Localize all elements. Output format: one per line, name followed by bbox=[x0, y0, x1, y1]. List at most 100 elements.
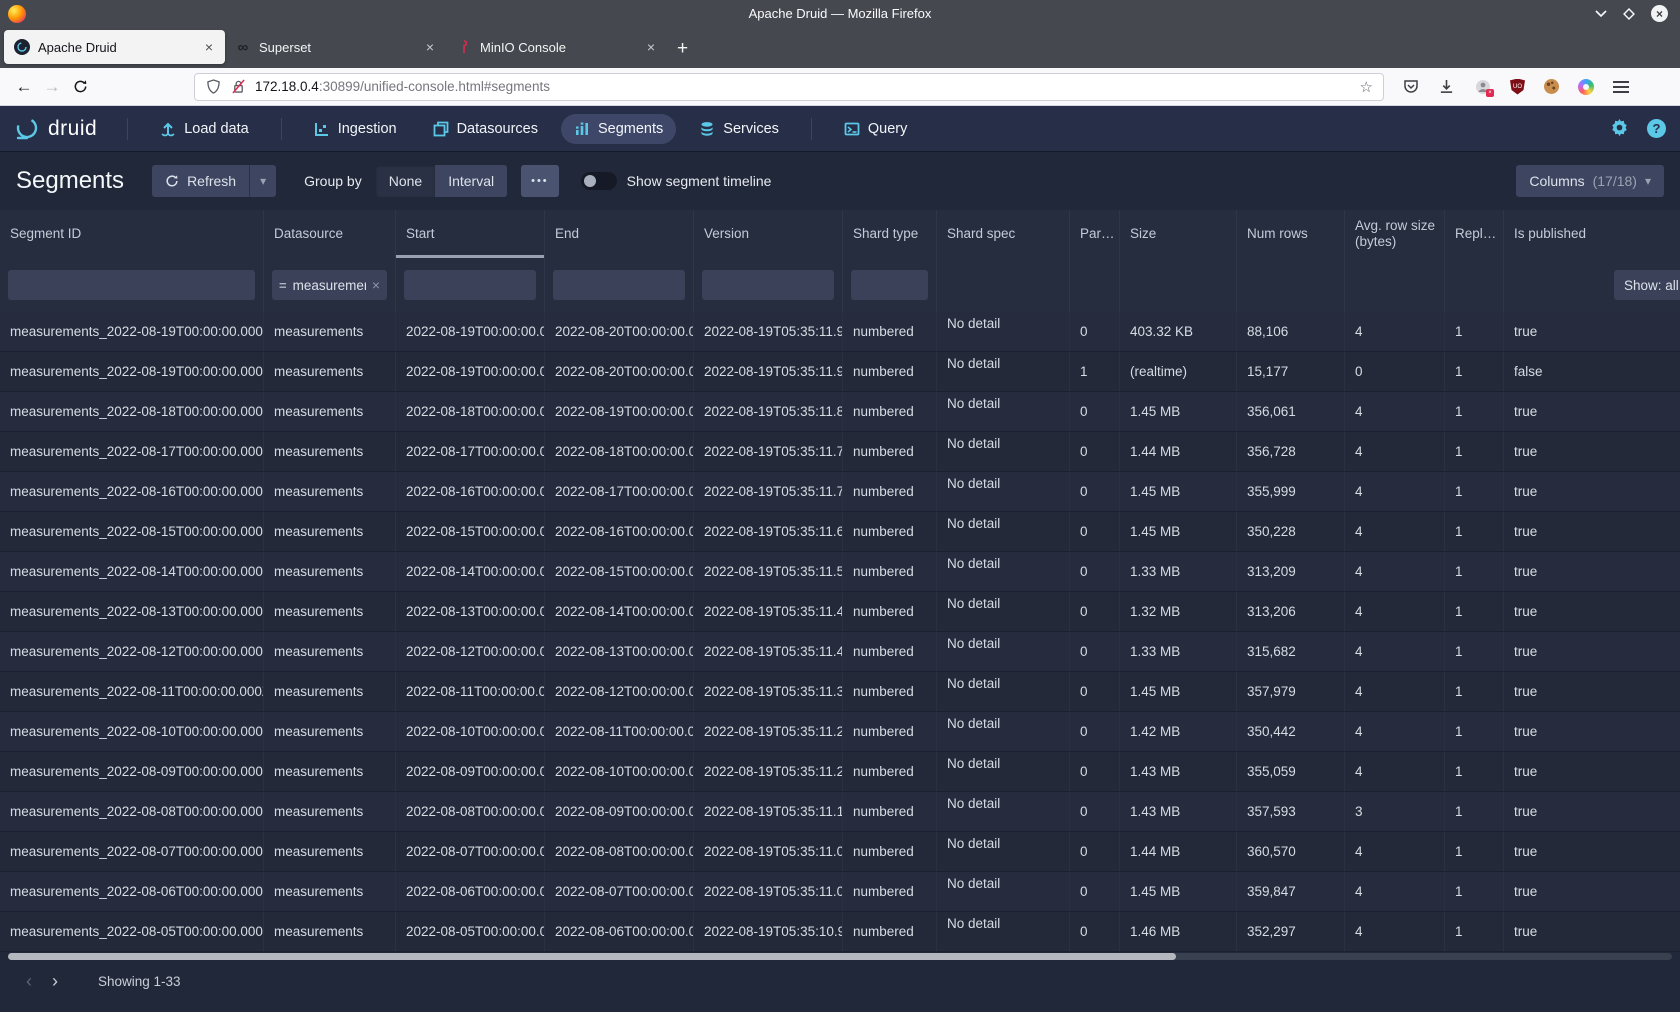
cell-segment_id[interactable]: measurements_2022-08-05T00:00:00.000Z... bbox=[0, 912, 264, 951]
url-bar[interactable]: 172.18.0.4:30899/unified-console.html#se… bbox=[194, 73, 1384, 101]
table-row[interactable]: measurements_2022-08-19T00:00:00.000Z...… bbox=[0, 352, 1680, 392]
cell-segment_id[interactable]: measurements_2022-08-09T00:00:00.000Z... bbox=[0, 752, 264, 791]
cell-segment_id[interactable]: measurements_2022-08-06T00:00:00.000Z... bbox=[0, 872, 264, 911]
extension-icon[interactable]: × bbox=[1474, 78, 1491, 95]
column-header-avg_row_size[interactable]: Avg. row size (bytes) bbox=[1345, 210, 1445, 258]
nav-datasources[interactable]: Datasources bbox=[420, 114, 551, 144]
is-published-filter-button[interactable]: Show: all bbox=[1614, 270, 1680, 300]
settings-gear-icon[interactable] bbox=[1610, 119, 1629, 138]
table-row[interactable]: measurements_2022-08-16T00:00:00.000Z...… bbox=[0, 472, 1680, 512]
nav-load-data[interactable]: Load data bbox=[147, 114, 262, 144]
tab-close-icon[interactable]: × bbox=[424, 39, 436, 55]
table-row[interactable]: measurements_2022-08-14T00:00:00.000Z...… bbox=[0, 552, 1680, 592]
tab-apache-druid[interactable]: Apache Druid × bbox=[4, 30, 225, 64]
table-row[interactable]: measurements_2022-08-05T00:00:00.000Z...… bbox=[0, 912, 1680, 952]
tab-close-icon[interactable]: × bbox=[645, 39, 657, 55]
pocket-icon[interactable] bbox=[1402, 78, 1419, 95]
help-icon[interactable]: ? bbox=[1647, 119, 1666, 138]
table-row[interactable]: measurements_2022-08-06T00:00:00.000Z...… bbox=[0, 872, 1680, 912]
columns-button[interactable]: Columns (17/18) ▾ bbox=[1516, 165, 1664, 197]
more-options-button[interactable]: ••• bbox=[521, 165, 559, 197]
column-header-version[interactable]: Version bbox=[694, 210, 843, 258]
cell-segment_id[interactable]: measurements_2022-08-07T00:00:00.000Z... bbox=[0, 832, 264, 871]
clear-filter-icon[interactable]: × bbox=[372, 277, 380, 293]
cell-segment_id[interactable]: measurements_2022-08-18T00:00:00.000Z... bbox=[0, 392, 264, 431]
next-page-button[interactable]: › bbox=[42, 968, 68, 994]
new-tab-button[interactable]: + bbox=[677, 38, 688, 60]
shard-type-filter-input[interactable] bbox=[851, 270, 928, 300]
end-filter-input[interactable] bbox=[553, 270, 685, 300]
table-row[interactable]: measurements_2022-08-08T00:00:00.000Z...… bbox=[0, 792, 1680, 832]
nav-ingestion[interactable]: Ingestion bbox=[301, 114, 410, 144]
cell-segment_id[interactable]: measurements_2022-08-08T00:00:00.000Z... bbox=[0, 792, 264, 831]
tab-close-icon[interactable]: × bbox=[203, 39, 215, 55]
column-header-size[interactable]: Size bbox=[1120, 210, 1237, 258]
scrollbar-thumb[interactable] bbox=[8, 953, 1176, 960]
table-row[interactable]: measurements_2022-08-19T00:00:00.000Z...… bbox=[0, 312, 1680, 352]
cell-shard_spec: No detail bbox=[937, 512, 1070, 551]
downloads-icon[interactable] bbox=[1438, 78, 1455, 95]
menu-icon[interactable] bbox=[1613, 81, 1629, 93]
toggle-knob bbox=[584, 175, 596, 187]
start-filter-input[interactable] bbox=[404, 270, 536, 300]
horizontal-scrollbar[interactable] bbox=[0, 952, 1680, 962]
reload-button[interactable] bbox=[66, 73, 94, 101]
table-row[interactable]: measurements_2022-08-07T00:00:00.000Z...… bbox=[0, 832, 1680, 872]
insecure-lock-icon[interactable] bbox=[230, 78, 247, 95]
segment-timeline-toggle[interactable] bbox=[581, 172, 617, 190]
table-row[interactable]: measurements_2022-08-17T00:00:00.000Z...… bbox=[0, 432, 1680, 472]
ublock-shield-icon[interactable]: UO bbox=[1510, 79, 1525, 95]
cookie-icon[interactable] bbox=[1544, 79, 1559, 94]
cell-segment_id[interactable]: measurements_2022-08-14T00:00:00.000Z... bbox=[0, 552, 264, 591]
cell-segment_id[interactable]: measurements_2022-08-10T00:00:00.000Z... bbox=[0, 712, 264, 751]
table-row[interactable]: measurements_2022-08-11T00:00:00.000Z...… bbox=[0, 672, 1680, 712]
close-icon[interactable]: × bbox=[1651, 5, 1668, 22]
column-header-end[interactable]: End bbox=[545, 210, 694, 258]
cell-segment_id[interactable]: measurements_2022-08-15T00:00:00.000Z... bbox=[0, 512, 264, 551]
nav-services[interactable]: Services bbox=[686, 114, 792, 144]
cell-segment_id[interactable]: measurements_2022-08-19T00:00:00.000Z... bbox=[0, 352, 264, 391]
refresh-button[interactable]: Refresh bbox=[152, 165, 249, 197]
cell-shard_type: numbered bbox=[843, 592, 937, 631]
table-row[interactable]: measurements_2022-08-10T00:00:00.000Z...… bbox=[0, 712, 1680, 752]
column-header-replication[interactable]: Replicas bbox=[1445, 210, 1504, 258]
refresh-dropdown-button[interactable]: ▾ bbox=[249, 165, 276, 197]
column-header-shard_spec[interactable]: Shard spec bbox=[937, 210, 1070, 258]
cell-segment_id[interactable]: measurements_2022-08-17T00:00:00.000Z... bbox=[0, 432, 264, 471]
nav-query[interactable]: Query bbox=[831, 114, 921, 144]
previous-page-button[interactable]: ‹ bbox=[16, 968, 42, 994]
forward-button[interactable]: → bbox=[38, 73, 66, 101]
column-header-datasource[interactable]: Datasource bbox=[264, 210, 396, 258]
cell-segment_id[interactable]: measurements_2022-08-11T00:00:00.000Z... bbox=[0, 672, 264, 711]
maximize-icon[interactable] bbox=[1623, 8, 1635, 20]
cell-segment_id[interactable]: measurements_2022-08-16T00:00:00.000Z... bbox=[0, 472, 264, 511]
cell-segment_id[interactable]: measurements_2022-08-19T00:00:00.000Z... bbox=[0, 312, 264, 351]
group-by-none-button[interactable]: None bbox=[376, 165, 435, 197]
minimize-icon[interactable] bbox=[1595, 10, 1607, 18]
nav-segments[interactable]: Segments bbox=[561, 114, 676, 144]
back-button[interactable]: ← bbox=[10, 73, 38, 101]
tab-superset[interactable]: ∞ Superset × bbox=[225, 30, 446, 64]
table-row[interactable]: measurements_2022-08-15T00:00:00.000Z...… bbox=[0, 512, 1680, 552]
column-header-start[interactable]: Start bbox=[396, 210, 545, 258]
segment-id-filter-input[interactable] bbox=[8, 270, 255, 300]
bookmark-star-icon[interactable]: ☆ bbox=[1360, 78, 1373, 96]
column-header-segment_id[interactable]: Segment ID bbox=[0, 210, 264, 258]
table-row[interactable]: measurements_2022-08-12T00:00:00.000Z...… bbox=[0, 632, 1680, 672]
column-header-partition[interactable]: Partition bbox=[1070, 210, 1120, 258]
extension-pinwheel-icon[interactable] bbox=[1578, 79, 1594, 95]
group-by-interval-button[interactable]: Interval bbox=[435, 165, 507, 197]
tab-minio-console[interactable]: MinIO Console × bbox=[446, 30, 667, 64]
table-row[interactable]: measurements_2022-08-09T00:00:00.000Z...… bbox=[0, 752, 1680, 792]
version-filter-input[interactable] bbox=[702, 270, 834, 300]
column-header-num_rows[interactable]: Num rows bbox=[1237, 210, 1345, 258]
druid-logo[interactable]: druid bbox=[14, 116, 97, 142]
cell-segment_id[interactable]: measurements_2022-08-12T00:00:00.000Z... bbox=[0, 632, 264, 671]
datasource-filter-input[interactable]: = measurements × bbox=[272, 270, 387, 300]
table-row[interactable]: measurements_2022-08-18T00:00:00.000Z...… bbox=[0, 392, 1680, 432]
cell-segment_id[interactable]: measurements_2022-08-13T00:00:00.000Z... bbox=[0, 592, 264, 631]
column-header-is_published[interactable]: Is published bbox=[1504, 210, 1680, 258]
column-header-shard_type[interactable]: Shard type bbox=[843, 210, 937, 258]
shield-icon[interactable] bbox=[205, 78, 222, 95]
table-row[interactable]: measurements_2022-08-13T00:00:00.000Z...… bbox=[0, 592, 1680, 632]
